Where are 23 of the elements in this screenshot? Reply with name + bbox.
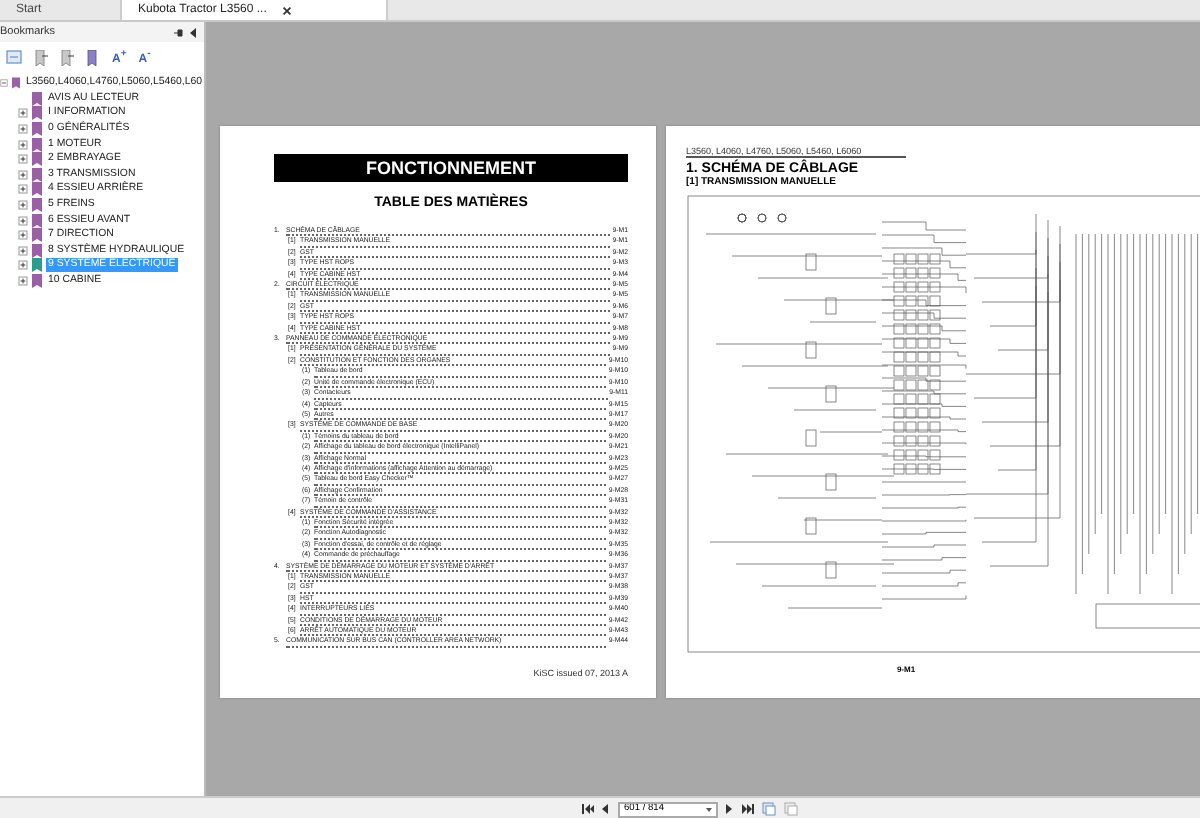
bookmark-icon[interactable] xyxy=(60,49,74,65)
expand-icon[interactable] xyxy=(18,139,28,150)
first-page-icon[interactable] xyxy=(582,804,594,814)
expand-icon[interactable] xyxy=(18,124,28,135)
section-banner: FONCTIONNEMENT xyxy=(274,154,628,182)
expand-icon[interactable] xyxy=(18,245,28,256)
next-page-icon[interactable] xyxy=(726,804,734,814)
expand-icon[interactable] xyxy=(18,154,28,165)
close-icon[interactable] xyxy=(282,5,293,15)
expand-icon[interactable] xyxy=(18,169,28,180)
expand-icon[interactable] xyxy=(18,200,28,211)
collapse-panel-icon[interactable] xyxy=(190,27,198,37)
expand-icon[interactable] xyxy=(18,230,28,241)
pin-icon[interactable] xyxy=(174,27,184,37)
expand-icon[interactable] xyxy=(18,184,28,195)
expand-icon[interactable] xyxy=(18,215,28,226)
previous-page-icon[interactable] xyxy=(602,804,610,814)
expand-icon[interactable] xyxy=(18,108,28,119)
bookmark-icon[interactable] xyxy=(86,49,100,65)
last-page-icon[interactable] xyxy=(742,804,754,814)
bookmark-icon[interactable] xyxy=(34,49,48,65)
expand-icon[interactable] xyxy=(18,276,28,287)
expand-icon[interactable] xyxy=(18,260,28,271)
